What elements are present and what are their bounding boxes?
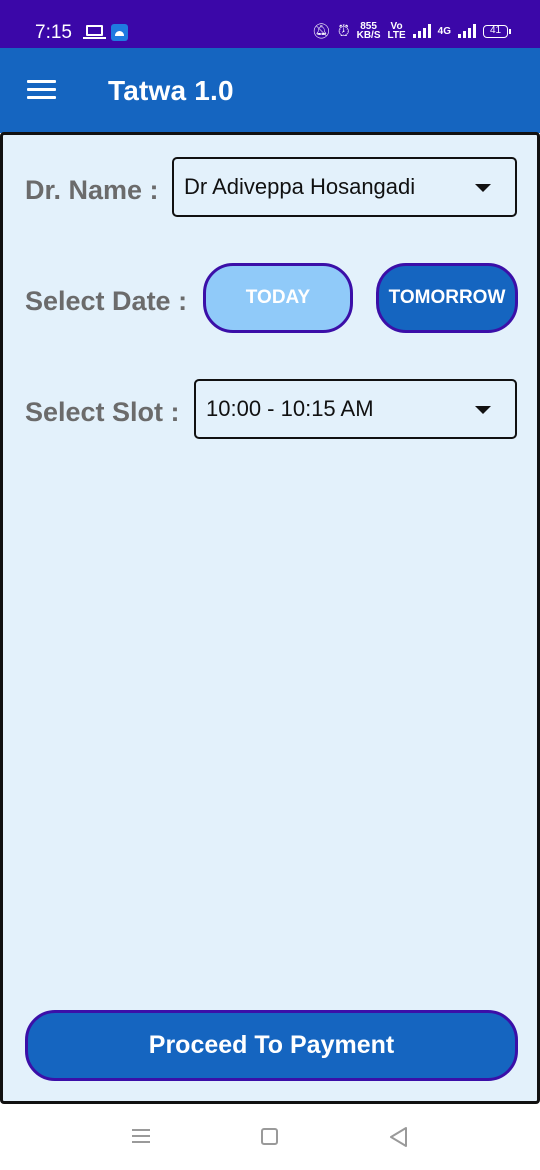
proceed-to-payment-button[interactable]: Proceed To Payment xyxy=(25,1010,518,1081)
tomorrow-button[interactable]: TOMORROW xyxy=(376,263,518,333)
network-speed-unit: KB/S xyxy=(356,30,381,41)
booking-form: Dr. Name : Dr Adiveppa Hosangadi Select … xyxy=(0,132,540,1104)
select-date-label: Select Date : xyxy=(25,286,188,316)
caret-down-icon xyxy=(475,184,491,192)
hamburger-icon[interactable] xyxy=(27,80,56,100)
home-icon[interactable] xyxy=(261,1128,278,1145)
mute-icon: 🔕︎ xyxy=(311,22,331,40)
alarm-icon: ⏰︎ xyxy=(337,22,350,40)
app-bar: Tatwa 1.0 xyxy=(0,48,540,133)
select-slot-label: Select Slot : xyxy=(25,397,180,427)
status-bar: 7:15 🔕︎ ⏰︎ 855 KB/S Vo LTE 4G 41 xyxy=(0,0,540,48)
signal-icon-2 xyxy=(458,24,476,38)
slot-select-value: 10:00 - 10:15 AM xyxy=(206,396,374,421)
today-button[interactable]: TODAY xyxy=(203,263,353,333)
network-speed: 855 KB/S xyxy=(356,22,381,41)
signal-icon xyxy=(412,24,431,38)
status-icons: 🔕︎ ⏰︎ 855 KB/S Vo LTE 4G 41 xyxy=(311,22,511,41)
battery-icon: 41 xyxy=(483,24,511,38)
back-icon[interactable] xyxy=(388,1126,410,1148)
caret-down-icon xyxy=(475,406,491,414)
system-nav-bar xyxy=(0,1105,540,1170)
doctor-name-label: Dr. Name : xyxy=(25,175,159,205)
doctor-select[interactable]: Dr Adiveppa Hosangadi xyxy=(172,157,517,217)
slot-select[interactable]: 10:00 - 10:15 AM xyxy=(194,379,517,439)
status-time: 7:15 xyxy=(35,22,72,43)
network-type-label: 4G xyxy=(437,25,451,37)
volte-indicator: Vo LTE xyxy=(387,22,406,41)
volte-bottom: LTE xyxy=(387,30,406,41)
doctor-select-value: Dr Adiveppa Hosangadi xyxy=(184,174,416,199)
laptop-icon xyxy=(83,25,106,39)
app-notification-icon xyxy=(111,24,128,41)
recent-apps-icon[interactable] xyxy=(132,1129,150,1143)
app-title: Tatwa 1.0 xyxy=(108,75,234,106)
